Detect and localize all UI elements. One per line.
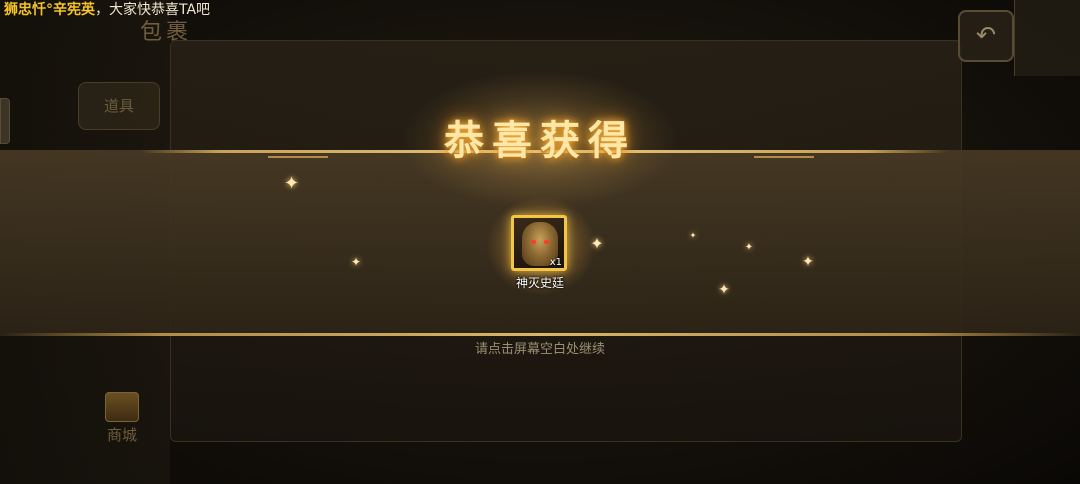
sparkle-star-icon: ✦ (350, 255, 362, 269)
marquee-player-name: 狮忠忏°辛宪英 (4, 2, 95, 18)
sparkle-star-icon: ✦ (590, 234, 604, 253)
sparkle-star-icon: ✦ (802, 254, 814, 270)
sparkle-star-icon: ✦ (744, 242, 754, 253)
sparkle-star-icon: ✦ (284, 173, 300, 194)
shop-icon (105, 392, 139, 422)
shop-button[interactable]: 商城 (96, 392, 148, 448)
undo-arrow-icon: ↶ (975, 21, 997, 49)
congrats-title: 恭喜获得 (444, 117, 636, 164)
item-quantity: x1 (549, 257, 562, 268)
continue-hint: 请点击屏幕空白处继续 (474, 342, 605, 357)
hero-eyes (531, 240, 549, 244)
corner-decoration (1014, 0, 1080, 76)
back-button[interactable]: ↶ (958, 10, 1014, 62)
reward-item-slot[interactable]: x1 (511, 215, 567, 271)
item-name: 神灭史廷 (515, 276, 564, 290)
shop-label: 商城 (106, 426, 137, 444)
sparkle-star-icon: ✦ (718, 282, 730, 298)
marquee-message: ，大家快恭喜TA吧 (95, 2, 211, 18)
sparkle-star-icon: ✦ (689, 231, 697, 240)
announcement-marquee: 狮忠忏°辛宪英，大家快恭喜TA吧 (0, 0, 210, 20)
banner-bottom-border (0, 333, 1080, 336)
